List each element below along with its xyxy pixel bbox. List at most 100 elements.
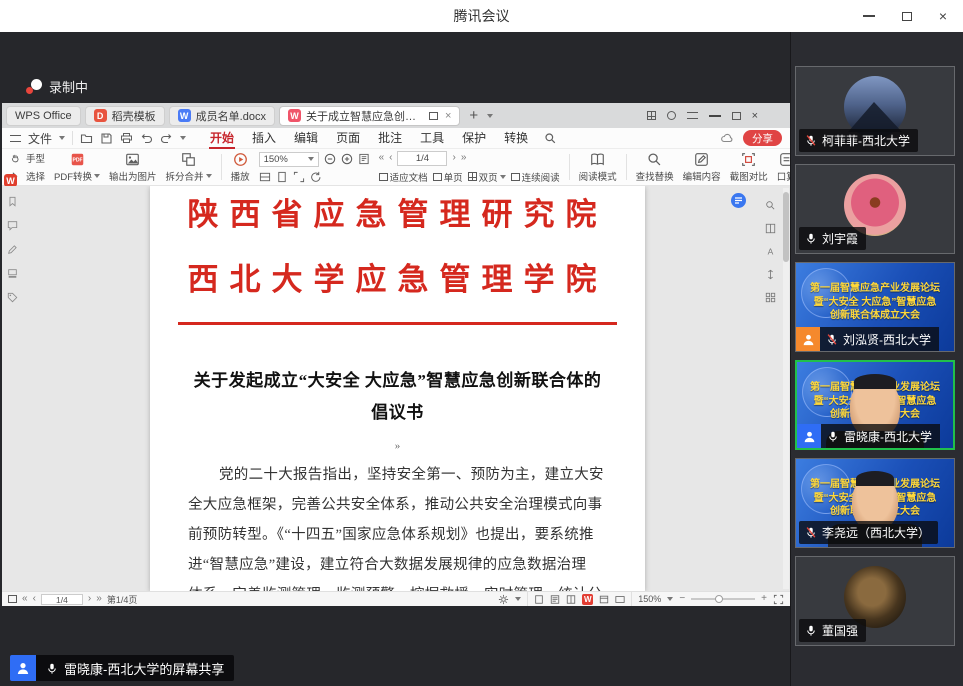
comment-icon[interactable]	[7, 220, 18, 231]
wps-close-icon[interactable]: ×	[752, 111, 758, 121]
fit-doc-button[interactable]: 适应文档	[379, 170, 428, 184]
edit-content-button[interactable]: 编辑内容	[683, 152, 721, 183]
participant-tile-dongguoqiang[interactable]: 董国强	[795, 556, 955, 646]
save-icon[interactable]	[100, 132, 113, 145]
zoom-in-icon[interactable]	[341, 153, 353, 165]
continuous-read-button[interactable]: 连续阅读	[511, 170, 560, 184]
zoom-slider-thumb[interactable]	[715, 595, 723, 603]
share-button[interactable]: 分享	[743, 130, 782, 146]
view-fullwidth-icon[interactable]	[615, 594, 625, 605]
status-zoom-value[interactable]: 150%	[638, 594, 661, 604]
zoom-select[interactable]: 150%	[259, 152, 319, 167]
ribbon-tab-convert[interactable]: 转换	[495, 128, 537, 149]
wps-minimize-icon[interactable]	[709, 115, 721, 117]
bookmark-icon[interactable]	[7, 196, 18, 207]
zoom-caret-icon[interactable]	[667, 597, 673, 601]
reading-mode-button[interactable]: 阅读模式	[579, 152, 617, 183]
ribbon-tab-comment[interactable]: 批注	[369, 128, 411, 149]
status-page-input[interactable]: 1/4	[41, 594, 83, 605]
ribbon-tab-insert[interactable]: 插入	[243, 128, 285, 149]
status-next-page-button[interactable]: ›	[88, 594, 91, 604]
ribbon-tab-tools[interactable]: 工具	[411, 128, 453, 149]
status-last-page-button[interactable]: »	[96, 594, 102, 604]
status-prev-page-button[interactable]: ‹	[33, 594, 36, 604]
ribbon-tab-home[interactable]: 开始	[201, 128, 243, 149]
gear-icon[interactable]	[498, 594, 509, 605]
pin-tab-icon[interactable]	[429, 112, 438, 120]
page-number-input[interactable]: 1/4	[397, 151, 447, 166]
participant-tile-kefeifei[interactable]: 柯菲菲-西北大学	[795, 66, 955, 156]
fit-page-icon[interactable]	[276, 171, 288, 183]
participant-tile-liuhongxian[interactable]: 第一届智慧应急产业发展论坛 暨“大安全 大应急”智慧应急 创新联合体成立大会 刘…	[795, 262, 955, 352]
document-page[interactable]: 陕西省应急管理研究院 西北大学应急管理学院 关于发起成立“大安全 大应急”智慧应…	[150, 186, 645, 591]
gear-caret-icon[interactable]	[515, 597, 521, 601]
recording-indicator[interactable]: 录制中	[26, 77, 88, 96]
scroll-direction-icon[interactable]	[765, 269, 776, 280]
page-setup-icon[interactable]	[358, 153, 370, 165]
view-normal-icon[interactable]	[534, 594, 544, 605]
new-tab-button[interactable]: +	[464, 107, 483, 124]
font-size-icon[interactable]: A	[765, 246, 776, 257]
first-page-button[interactable]: «	[379, 153, 385, 163]
find-replace-button[interactable]: 查找替换	[636, 152, 674, 183]
zoom-search-icon[interactable]	[765, 200, 776, 211]
wps-mode-badge[interactable]: W	[582, 594, 593, 605]
zoom-minus-button[interactable]: −	[679, 594, 685, 604]
close-icon[interactable]: ×	[939, 11, 947, 21]
participant-tile-liuyuxia[interactable]: 刘宇霞	[795, 164, 955, 254]
split-merge-button[interactable]: 拆分合并	[166, 152, 212, 183]
pen-icon[interactable]	[7, 244, 18, 255]
zoom-slider[interactable]	[691, 598, 755, 600]
double-page-button[interactable]: 双页	[468, 170, 506, 184]
undo-icon[interactable]	[140, 132, 153, 145]
screenshot-compare-button[interactable]: 截图对比	[730, 152, 768, 183]
cloud-sync-icon[interactable]	[720, 132, 734, 144]
file-caret-icon[interactable]	[59, 136, 65, 140]
play-button[interactable]: 播放	[231, 152, 250, 183]
minimize-icon[interactable]	[863, 15, 875, 17]
view-columns-icon[interactable]	[566, 594, 576, 605]
wps-maximize-icon[interactable]	[732, 112, 741, 120]
close-tab-icon[interactable]: ×	[443, 110, 451, 122]
single-page-button[interactable]: 单页	[433, 170, 463, 184]
print-icon[interactable]	[120, 132, 133, 145]
grid-view-icon[interactable]	[765, 292, 776, 303]
tab-wps-home[interactable]: W WPS Office	[6, 106, 81, 126]
highlighter-icon[interactable]	[7, 268, 18, 279]
file-menu[interactable]: 文件	[28, 130, 52, 147]
ribbon-tab-protect[interactable]: 保护	[453, 128, 495, 149]
apps-grid-icon[interactable]	[647, 111, 656, 120]
tab-active-document[interactable]: W 关于成立智慧应急创新联合体... ×	[279, 106, 460, 126]
last-page-button[interactable]: »	[461, 153, 467, 163]
next-page-button[interactable]: ›	[452, 153, 455, 163]
participant-tile-liyaoyuan[interactable]: 第一届智慧应急产业发展论坛 暨“大安全 大应急”智慧应急 创新联合体成立大会 李…	[795, 458, 955, 548]
view-outline-icon[interactable]	[550, 594, 560, 605]
export-image-button[interactable]: 输出为图片	[109, 152, 157, 183]
view-mode-icon[interactable]	[8, 595, 17, 603]
ribbon-tab-edit[interactable]: 编辑	[285, 128, 327, 149]
maximize-icon[interactable]	[902, 12, 912, 21]
new-doc-icon[interactable]	[80, 132, 93, 145]
outline-fab-button[interactable]	[731, 193, 746, 208]
theme-icon[interactable]	[667, 111, 676, 120]
fullscreen-icon[interactable]	[773, 594, 784, 605]
ribbon-tab-page[interactable]: 页面	[327, 128, 369, 149]
scrollbar-thumb[interactable]	[783, 192, 789, 262]
rotate-icon[interactable]	[310, 171, 322, 183]
redo-icon[interactable]	[160, 132, 173, 145]
history-caret-icon[interactable]	[180, 136, 186, 140]
pdf-convert-button[interactable]: PDF PDF转换	[54, 152, 100, 183]
hand-tool-button[interactable]: 手型	[10, 151, 45, 165]
view-web-icon[interactable]	[599, 594, 609, 605]
zoom-plus-button[interactable]: +	[761, 594, 767, 604]
tab-list-caret-icon[interactable]	[487, 114, 493, 118]
status-first-page-button[interactable]: «	[22, 594, 28, 604]
hamburger-icon[interactable]	[10, 135, 21, 142]
fit-width-icon[interactable]	[259, 171, 271, 183]
layout-icon[interactable]	[765, 223, 776, 234]
menu-icon[interactable]	[687, 112, 698, 119]
tab-docer-templates[interactable]: D 稻壳模板	[85, 106, 165, 126]
tab-member-list-doc[interactable]: W 成员名单.docx	[169, 106, 275, 126]
zoom-out-icon[interactable]	[324, 153, 336, 165]
prev-page-button[interactable]: ‹	[389, 153, 392, 163]
